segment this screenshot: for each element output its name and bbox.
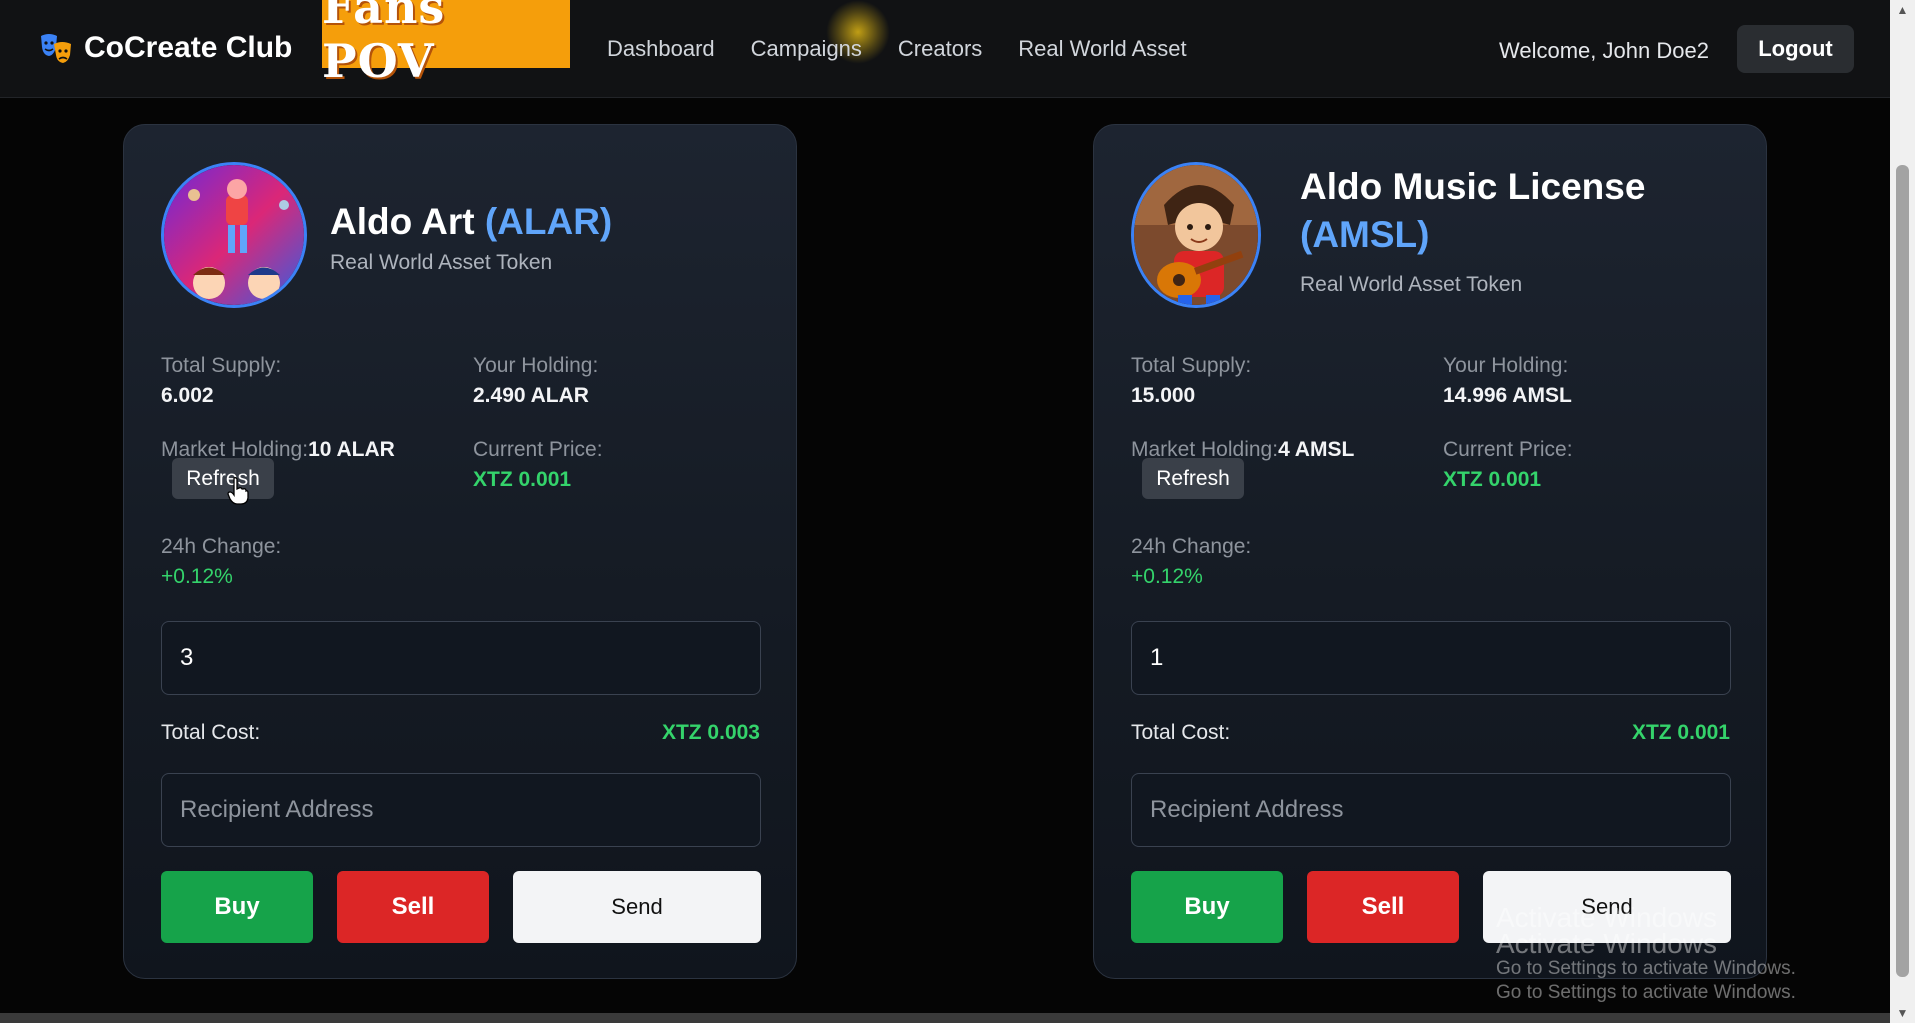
scroll-up-icon[interactable]: ▲: [1890, 0, 1915, 20]
token-card-amsl: Aldo Music License (AMSL) Real World Ass…: [1093, 124, 1767, 979]
total-supply-value: 6.002: [161, 384, 214, 407]
token-subtitle: Real World Asset Token: [1300, 273, 1523, 296]
sell-button[interactable]: Sell: [1307, 871, 1459, 943]
current-price-label: Current Price:: [473, 438, 603, 461]
brand[interactable]: CoCreate Club: [38, 30, 292, 66]
current-price-label: Current Price:: [1443, 438, 1573, 461]
sell-button[interactable]: Sell: [337, 871, 489, 943]
token-card-alar: Aldo Art (ALAR) Real World Asset Token T…: [123, 124, 797, 979]
nav-link-creators[interactable]: Creators: [898, 36, 982, 62]
token-title: Aldo Music License (AMSL): [1300, 163, 1740, 259]
art-avatar-image: [164, 165, 304, 305]
brand-name: CoCreate Club: [84, 31, 293, 64]
nav-link-real-world-asset[interactable]: Real World Asset: [1018, 36, 1186, 62]
total-cost-value: XTZ 0.003: [661, 721, 760, 744]
your-holding-value: 2.490 ALAR: [473, 384, 589, 407]
watermark-line-4: Go to Settings to activate Windows.: [1496, 982, 1796, 1003]
token-symbol: (AMSL): [1300, 214, 1430, 255]
change-label: 24h Change:: [1131, 535, 1252, 558]
nav-link-campaigns[interactable]: Campaigns: [751, 36, 862, 62]
masks-icon: [41, 34, 71, 63]
total-cost-label: Total Cost:: [1131, 721, 1231, 744]
nav-links: Dashboard Campaigns Creators Real World …: [607, 36, 1187, 62]
current-price-value: XTZ 0.001: [1443, 468, 1542, 491]
send-button[interactable]: Send: [513, 871, 761, 943]
refresh-button[interactable]: Refresh: [172, 458, 274, 499]
bottom-edge: [0, 1013, 1890, 1023]
market-holding-value: 4 AMSL: [1278, 438, 1355, 461]
change-value: +0.12%: [1131, 565, 1203, 588]
buy-button[interactable]: Buy: [161, 871, 313, 943]
change-label: 24h Change:: [161, 535, 282, 558]
your-holding-value: 14.996 AMSL: [1443, 384, 1572, 407]
recipient-address-input[interactable]: [1131, 773, 1731, 847]
scrollbar-thumb[interactable]: [1896, 165, 1909, 977]
total-cost-value: XTZ 0.001: [1631, 721, 1730, 744]
amount-input[interactable]: [1131, 621, 1731, 695]
token-name: Aldo Art: [330, 201, 475, 242]
token-title: Aldo Art (ALAR): [330, 198, 612, 246]
music-avatar-image: [1134, 165, 1258, 305]
total-cost-label: Total Cost:: [161, 721, 261, 744]
amount-input[interactable]: [161, 621, 761, 695]
buy-button[interactable]: Buy: [1131, 871, 1283, 943]
scroll-down-icon[interactable]: ▼: [1890, 1003, 1915, 1023]
send-button[interactable]: Send: [1483, 871, 1731, 943]
token-avatar: [1131, 162, 1261, 308]
total-supply-value: 15.000: [1131, 384, 1196, 407]
fans-pov-badge: Fans POV: [322, 0, 570, 88]
top-navbar: CoCreate Club Fans POV Dashboard Campaig…: [0, 0, 1890, 98]
token-avatar: [161, 162, 307, 308]
nav-link-dashboard[interactable]: Dashboard: [607, 36, 715, 62]
logout-button[interactable]: Logout: [1737, 25, 1854, 73]
welcome-text: Welcome, John Doe2: [1499, 38, 1709, 63]
token-symbol: (ALAR): [484, 201, 613, 242]
total-supply-label: Total Supply:: [1131, 354, 1252, 377]
current-price-value: XTZ 0.001: [473, 468, 572, 491]
vertical-scrollbar[interactable]: ▲ ▼: [1890, 0, 1915, 1023]
market-holding-value: 10 ALAR: [308, 438, 395, 461]
your-holding-label: Your Holding:: [1443, 354, 1569, 377]
recipient-address-input[interactable]: [161, 773, 761, 847]
token-name: Aldo Music License: [1300, 166, 1646, 207]
your-holding-label: Your Holding:: [473, 354, 599, 377]
change-value: +0.12%: [161, 565, 233, 588]
refresh-button[interactable]: Refresh: [1142, 458, 1244, 499]
hand-pointer-icon: [227, 477, 249, 505]
total-supply-label: Total Supply:: [161, 354, 282, 377]
token-subtitle: Real World Asset Token: [330, 251, 553, 274]
